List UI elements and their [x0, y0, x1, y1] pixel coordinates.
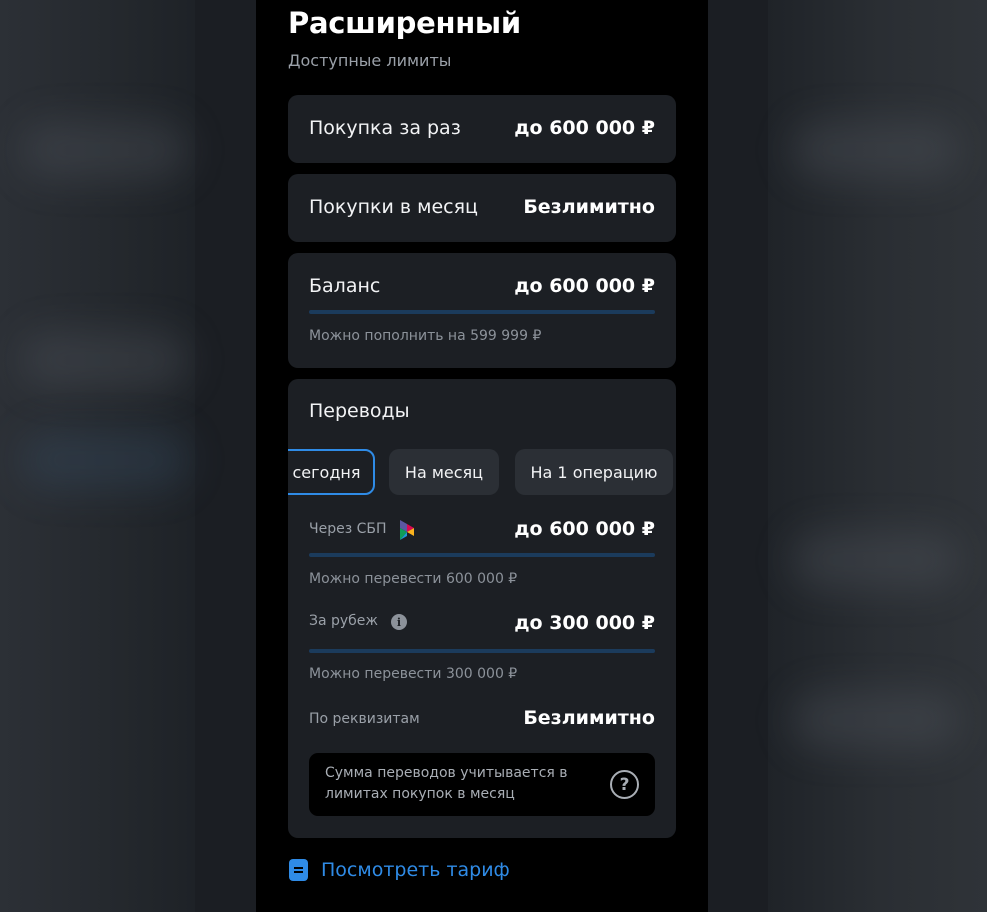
- tab-today-label: сегодня: [292, 462, 361, 482]
- page-subtitle: Доступные лимиты: [288, 51, 452, 70]
- page-title: Расширенный: [288, 6, 521, 40]
- blurred-shape: [20, 330, 190, 390]
- balance-value: до 600 000 ₽: [514, 275, 655, 297]
- balance-progress-bar: [309, 310, 655, 314]
- limit-label: Покупки в месяц: [309, 196, 478, 218]
- document-icon: [289, 859, 308, 881]
- sbp-logo-icon: [400, 520, 414, 540]
- requisites-label: По реквизитам: [309, 711, 420, 727]
- abroad-label: За рубеж: [309, 613, 379, 629]
- requisites-value: Безлимитно: [523, 707, 655, 729]
- balance-hint: Можно пополнить на 599 999 ₽: [309, 328, 542, 344]
- left-gutter: [195, 0, 256, 912]
- limit-card-single-purchase: Покупка за раз до 600 000 ₽: [288, 95, 676, 163]
- blurred-shape: [790, 530, 960, 590]
- blurred-shape: [790, 120, 960, 180]
- help-icon[interactable]: ?: [610, 770, 639, 799]
- abroad-hint: Можно перевести 300 000 ₽: [309, 666, 518, 682]
- abroad-value: до 300 000 ₽: [514, 612, 655, 634]
- sbp-label: Через СБП: [309, 521, 387, 537]
- sbp-hint: Можно перевести 600 000 ₽: [309, 571, 518, 587]
- tab-per-operation-label: На 1 операцию: [530, 462, 658, 482]
- blurred-shape: [20, 430, 190, 490]
- blurred-shape: [20, 120, 190, 180]
- sbp-value: до 600 000 ₽: [514, 518, 655, 540]
- transfers-card: Переводы сегодня На месяц На 1 операцию …: [288, 379, 676, 838]
- limit-value: Безлимитно: [523, 196, 655, 218]
- right-gutter: [708, 0, 768, 912]
- limit-card-monthly-purchases: Покупки в месяц Безлимитно: [288, 174, 676, 242]
- tab-month[interactable]: На месяц: [389, 449, 499, 495]
- note-text: Сумма переводов учитывается в лимитах по…: [325, 765, 568, 802]
- sbp-progress-bar: [309, 553, 655, 557]
- limit-label: Покупка за раз: [309, 117, 461, 139]
- blurred-shape: [790, 690, 960, 750]
- transfers-note: Сумма переводов учитывается в лимитах по…: [309, 753, 655, 816]
- tab-today[interactable]: сегодня: [288, 449, 375, 495]
- balance-label: Баланс: [309, 275, 381, 297]
- view-tariff-link[interactable]: Посмотреть тариф: [289, 859, 510, 881]
- transfers-title: Переводы: [309, 400, 410, 422]
- balance-card: Баланс до 600 000 ₽ Можно пополнить на 5…: [288, 253, 676, 368]
- tab-month-label: На месяц: [404, 462, 484, 482]
- view-tariff-label: Посмотреть тариф: [321, 859, 510, 881]
- limit-value: до 600 000 ₽: [514, 117, 655, 139]
- abroad-progress-bar: [309, 649, 655, 653]
- tab-per-operation[interactable]: На 1 операцию: [515, 449, 673, 495]
- info-icon[interactable]: i: [391, 614, 407, 630]
